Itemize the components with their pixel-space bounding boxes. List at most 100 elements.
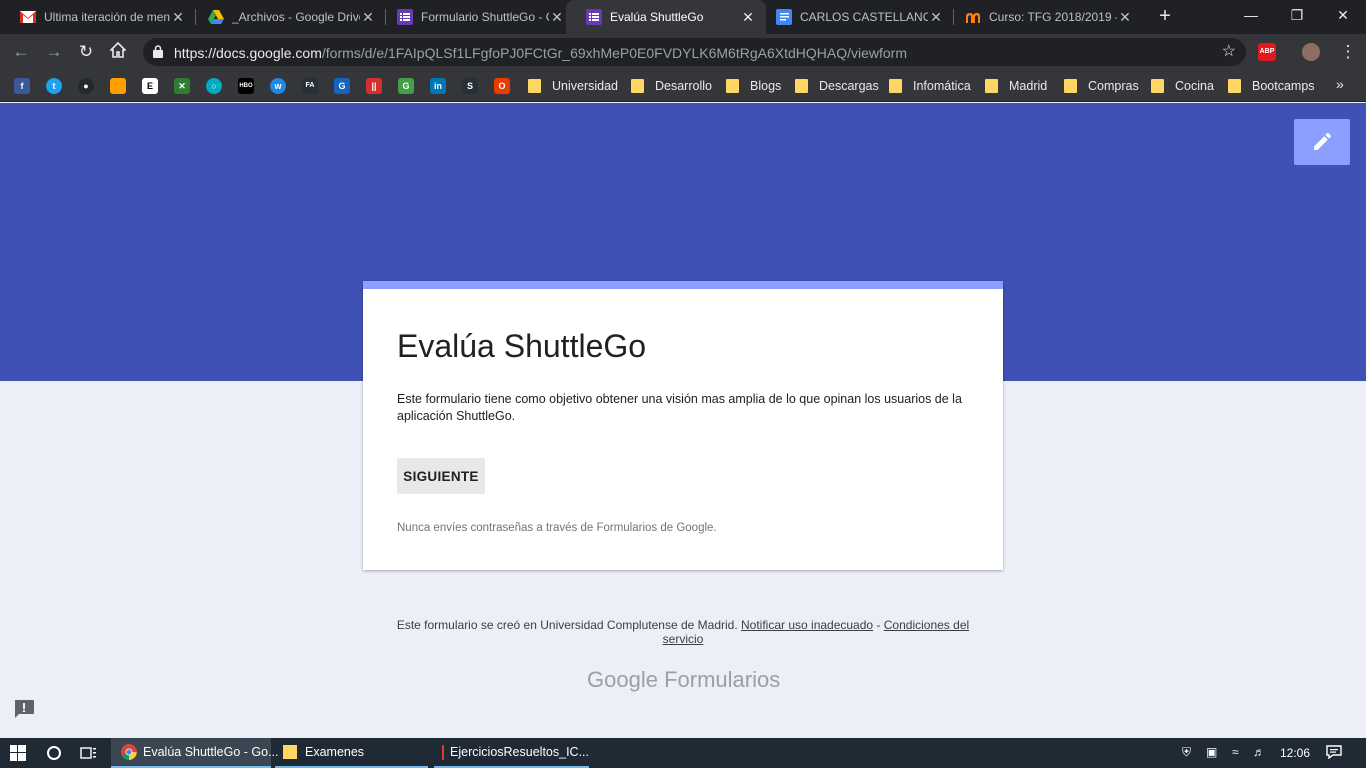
home-button[interactable] (108, 41, 128, 62)
clock[interactable]: 12:06 (1280, 746, 1310, 760)
chrome-menu-icon[interactable]: ⋮ (1338, 42, 1358, 62)
minimize-window-button[interactable]: — (1228, 0, 1274, 32)
url-host: https://docs.google.com (174, 45, 322, 61)
taskbar-item-label: EjerciciosResueltos_IC... (450, 745, 589, 759)
next-button[interactable]: SIGUIENTE (397, 458, 485, 494)
wifi-icon[interactable]: ≈ (1232, 745, 1239, 759)
folder-label: Bootcamps (1252, 79, 1315, 93)
google-forms-icon (397, 9, 413, 25)
taskbar-item-explorer[interactable]: Examenes (275, 738, 428, 768)
url-text: https://docs.google.com/forms/d/e/1FAIpQ… (174, 45, 907, 61)
back-button[interactable]: ← (11, 42, 31, 62)
gmail-icon (20, 9, 36, 25)
close-tab-icon[interactable]: ✕ (740, 9, 756, 26)
stack-app-icon[interactable]: S (462, 78, 478, 94)
adblock-plus-icon[interactable]: ABP (1258, 43, 1276, 61)
password-warning: Nunca envíes contraseñas a través de For… (397, 522, 717, 534)
footer-separator: - (873, 618, 884, 632)
bookmark-star-icon[interactable]: ☆ (1222, 41, 1236, 61)
windows-logo-icon (10, 745, 26, 761)
filmaffinity-icon[interactable]: FA (302, 78, 318, 94)
bookmarks-bar: f t ● E ✕ ○ HBO w FA G || G in S O Unive… (0, 70, 1366, 102)
hbo-icon[interactable]: HBO (238, 78, 254, 94)
firebase-icon[interactable] (110, 78, 126, 94)
folder-icon (283, 745, 297, 759)
task-view-button[interactable] (80, 738, 98, 768)
browser-tab-docs[interactable]: CARLOS CASTELLANOS ✕ (756, 0, 954, 34)
pause-app-icon[interactable]: || (366, 78, 382, 94)
notifications-icon (1326, 745, 1342, 760)
defender-shield-icon[interactable]: ⛨ (1182, 745, 1191, 760)
volume-icon[interactable]: ♬ (1253, 745, 1265, 759)
github-icon[interactable]: ● (78, 78, 94, 94)
bookmark-folder-descargas[interactable]: Descargas (795, 78, 879, 94)
start-button[interactable] (10, 738, 26, 768)
bookmark-folder-infomatica[interactable]: Infomática (889, 78, 971, 94)
tab-strip: Ultima iteración de menú ✕ _Archivos - G… (0, 0, 1366, 34)
tool-icon[interactable]: ✕ (174, 78, 190, 94)
browser-tab-active-form[interactable]: Evalúa ShuttleGo ✕ (566, 0, 766, 34)
edit-form-button[interactable] (1294, 119, 1350, 165)
tab-title: Ultima iteración de menú (44, 10, 170, 24)
google-drive-icon (208, 9, 224, 25)
close-tab-icon[interactable]: ✕ (360, 9, 376, 26)
restore-window-button[interactable]: ❐ (1274, 0, 1320, 32)
folder-icon (631, 79, 644, 93)
bookmark-folder-bootcamps[interactable]: Bootcamps (1228, 78, 1315, 94)
facebook-icon[interactable]: f (14, 78, 30, 94)
bookmarks-overflow-icon[interactable]: » (1336, 76, 1344, 92)
bookmark-folder-universidad[interactable]: Universidad (528, 78, 618, 94)
bookmark-folder-blogs[interactable]: Blogs (726, 78, 781, 94)
reload-button[interactable]: ↻ (76, 42, 96, 62)
folder-label: Madrid (1009, 79, 1048, 93)
close-tab-icon[interactable]: ✕ (1117, 9, 1133, 26)
forward-button[interactable]: → (44, 42, 64, 62)
close-tab-icon[interactable]: ✕ (170, 9, 186, 26)
browser-toolbar: ← → ↻ https://docs.google.com/forms/d/e/… (0, 34, 1366, 70)
close-window-button[interactable]: ✕ (1320, 0, 1366, 32)
browser-tab-gmail[interactable]: Ultima iteración de menú ✕ (0, 0, 196, 34)
moodle-icon (965, 9, 981, 25)
bookmark-folder-madrid[interactable]: Madrid (985, 78, 1047, 94)
wuaki-icon[interactable]: w (270, 78, 286, 94)
tab-title: Formulario ShuttleGo - Google Forms (421, 10, 549, 24)
tab-title: Evalúa ShuttleGo (610, 10, 704, 24)
bookmark-folder-compras[interactable]: Compras (1064, 78, 1139, 94)
action-center-icon[interactable] (1326, 745, 1342, 762)
form-description: Este formulario tiene como objetivo obte… (397, 392, 962, 423)
tab-title: CARLOS CASTELLANOS (800, 10, 928, 24)
twitter-icon[interactable]: t (46, 78, 62, 94)
browser-tab-drive[interactable]: _Archivos - Google Drive ✕ (188, 0, 386, 34)
bookmark-folder-desarrollo[interactable]: Desarrollo (631, 78, 712, 94)
feedback-icon (15, 700, 34, 718)
battery-icon[interactable]: ▣ (1206, 745, 1217, 759)
bookmark-folder-cocina[interactable]: Cocina (1151, 78, 1214, 94)
folder-label: Desarrollo (655, 79, 712, 93)
taskbar-item-pdf[interactable]: EjerciciosResueltos_IC... (434, 738, 589, 768)
close-tab-icon[interactable]: ✕ (928, 9, 944, 26)
folder-icon (726, 79, 739, 93)
feedback-button[interactable] (13, 699, 35, 719)
report-abuse-link[interactable]: Notificar uso inadecuado (741, 618, 873, 632)
folder-icon (985, 79, 998, 93)
browser-tab-forms-editor[interactable]: Formulario ShuttleGo - Google Forms ✕ (377, 0, 575, 34)
taskbar-item-chrome[interactable]: Evalúa ShuttleGo - Go... (111, 738, 279, 768)
office-icon[interactable]: O (494, 78, 510, 94)
engadget-icon[interactable]: E (142, 78, 158, 94)
folder-icon (1151, 79, 1164, 93)
cortana-icon (47, 746, 61, 760)
close-tab-icon[interactable]: ✕ (549, 9, 565, 26)
folder-label: Cocina (1175, 79, 1214, 93)
gg-icon[interactable]: G (334, 78, 350, 94)
new-tab-button[interactable]: + (1153, 5, 1177, 29)
google-forms-logo[interactable]: Google Formularios (587, 667, 780, 693)
tab-title: Curso: TFG 2018/2019 - Moodle (989, 10, 1117, 24)
linkedin-icon[interactable]: in (430, 78, 446, 94)
footer-text: Este formulario se creó en Universidad C… (396, 618, 741, 632)
circle-app-icon[interactable]: ○ (206, 78, 222, 94)
address-bar[interactable]: https://docs.google.com/forms/d/e/1FAIpQ… (143, 38, 1246, 66)
search-cortana-button[interactable] (46, 738, 62, 768)
profile-avatar[interactable] (1302, 43, 1320, 61)
green-app-icon[interactable]: G (398, 78, 414, 94)
browser-tab-moodle[interactable]: Curso: TFG 2018/2019 - Moodle ✕ (945, 0, 1143, 34)
